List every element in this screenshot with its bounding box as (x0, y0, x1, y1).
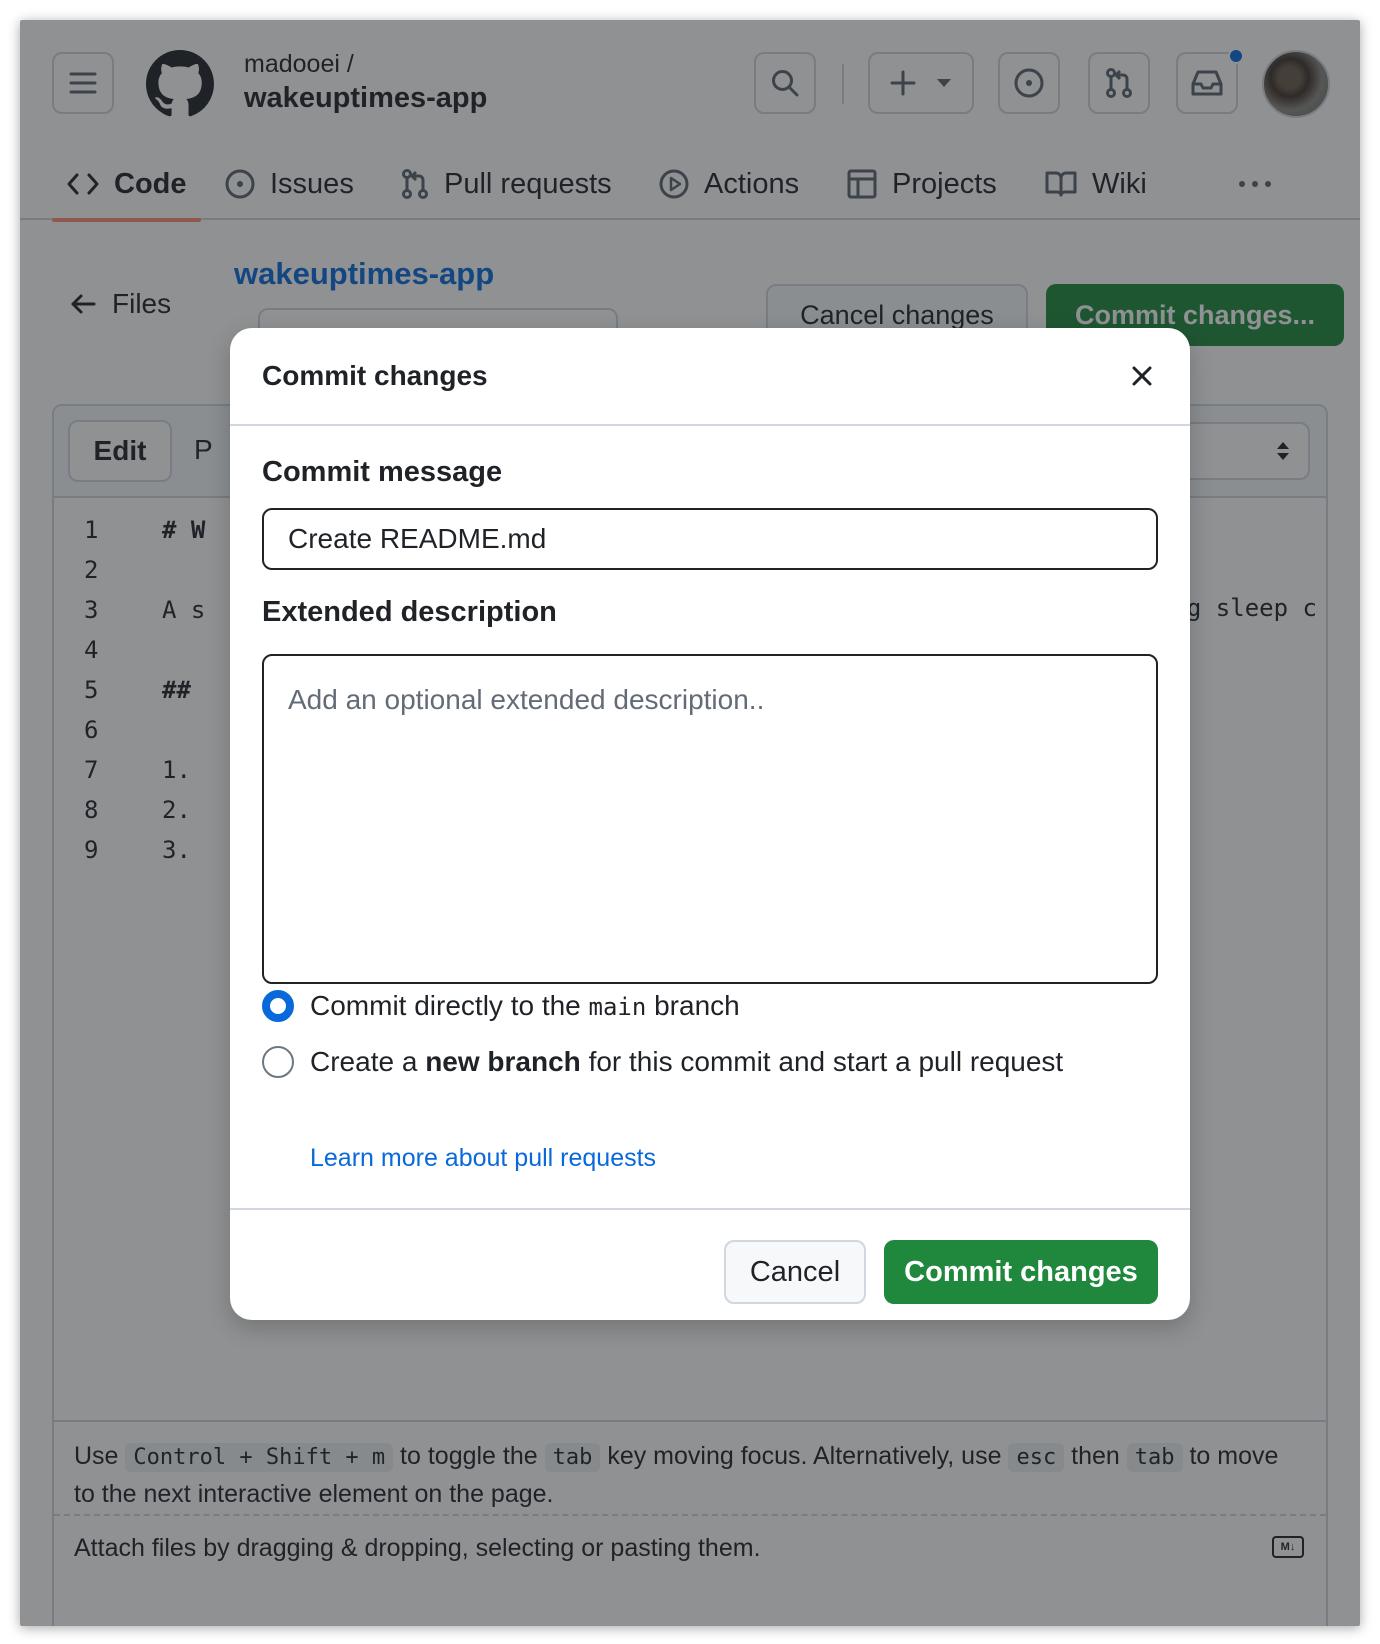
option-text: Create a (310, 1046, 418, 1077)
commit-dialog: Commit changes Commit message Create REA… (230, 328, 1190, 1320)
extended-description-label: Extended description (262, 596, 557, 628)
dialog-header: Commit changes (230, 328, 1190, 426)
new-branch-option[interactable]: Create a new branch for this commit and … (262, 1046, 1063, 1078)
cancel-button[interactable]: Cancel (724, 1240, 866, 1304)
dialog-title: Commit changes (262, 360, 488, 391)
commit-message-input[interactable]: Create README.md (262, 508, 1158, 570)
option-bold-text: new branch (425, 1046, 581, 1077)
commit-direct-label: Commit directly to the main branch (310, 990, 740, 1022)
dialog-footer: Cancel Commit changes (230, 1208, 1190, 1320)
commit-direct-option[interactable]: Commit directly to the main branch (262, 990, 740, 1022)
branch-name: main (588, 993, 647, 1021)
radio-unchecked[interactable] (262, 1046, 294, 1078)
close-dialog-button[interactable] (1122, 356, 1162, 396)
extended-description-textarea[interactable] (262, 654, 1158, 984)
close-icon (1132, 366, 1152, 386)
browser-window: madooei / wakeuptimes-app Code Issues (20, 20, 1360, 1626)
commit-changes-button[interactable]: Commit changes (884, 1240, 1158, 1304)
option-text: for this commit and start a pull request (588, 1046, 1064, 1077)
option-text: branch (654, 990, 740, 1021)
option-text: Commit directly to the (310, 990, 581, 1021)
learn-more-link[interactable]: Learn more about pull requests (310, 1144, 656, 1173)
radio-checked[interactable] (262, 990, 294, 1022)
new-branch-label: Create a new branch for this commit and … (310, 1046, 1063, 1078)
commit-message-label: Commit message (262, 456, 503, 488)
